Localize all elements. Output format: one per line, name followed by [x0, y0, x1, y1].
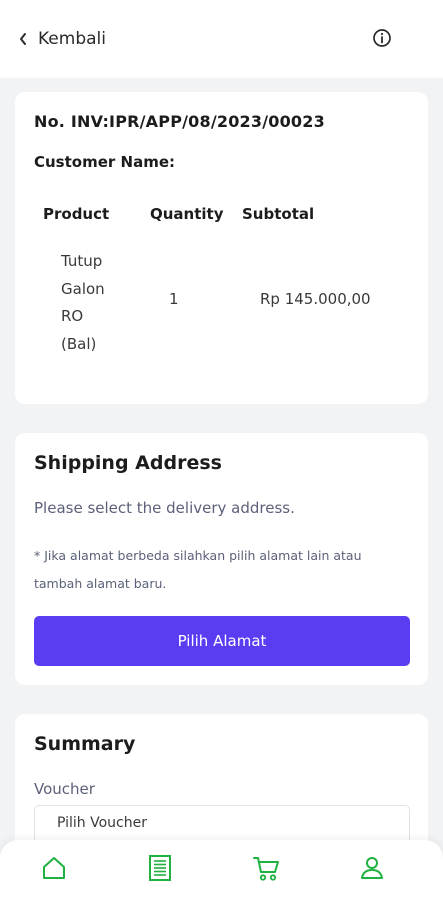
voucher-label: Voucher [34, 780, 95, 798]
product-quantity: 1 [169, 290, 179, 308]
column-header-quantity: Quantity [150, 205, 224, 223]
column-header-product: Product [43, 205, 110, 223]
shipping-card: Shipping Address Please select the deliv… [15, 433, 428, 685]
shipping-note: * Jika alamat berbeda silahkan pilih ala… [34, 548, 362, 591]
back-button[interactable]: Kembali [18, 24, 106, 54]
invoice-number: No. INV:IPR/APP/08/2023/00023 [34, 112, 325, 131]
column-header-subtotal: Subtotal [242, 205, 315, 223]
product-name: Tutup Galon RO (Bal) [61, 248, 121, 358]
profile-icon [358, 854, 386, 882]
product-name-line: (Bal) [61, 334, 97, 353]
info-button[interactable] [370, 26, 394, 50]
cart-icon [251, 853, 281, 883]
customer-name-label: Customer Name: [34, 153, 175, 171]
product-subtotal: Rp 145.000,00 [260, 290, 371, 308]
back-label: Kembali [38, 29, 106, 49]
select-address-button[interactable]: Pilih Alamat [34, 616, 410, 666]
shipping-title: Shipping Address [34, 452, 222, 474]
product-name-line: Tutup [61, 252, 103, 270]
info-circle-icon [372, 28, 392, 48]
chevron-left-icon [18, 32, 28, 46]
product-name-line: RO [61, 307, 84, 325]
nav-orders[interactable] [142, 850, 178, 886]
nav-home[interactable] [36, 850, 72, 886]
bottom-nav [0, 840, 443, 900]
app-header: Kembali [0, 0, 443, 78]
orders-icon [146, 853, 174, 883]
invoice-card: No. INV:IPR/APP/08/2023/00023 Customer N… [15, 92, 428, 404]
product-name-line: Galon [61, 279, 105, 298]
nav-cart[interactable] [248, 850, 284, 886]
nav-profile[interactable] [354, 850, 390, 886]
summary-title: Summary [34, 733, 136, 755]
home-icon [40, 854, 68, 882]
shipping-subtitle: Please select the delivery address. [34, 499, 295, 517]
